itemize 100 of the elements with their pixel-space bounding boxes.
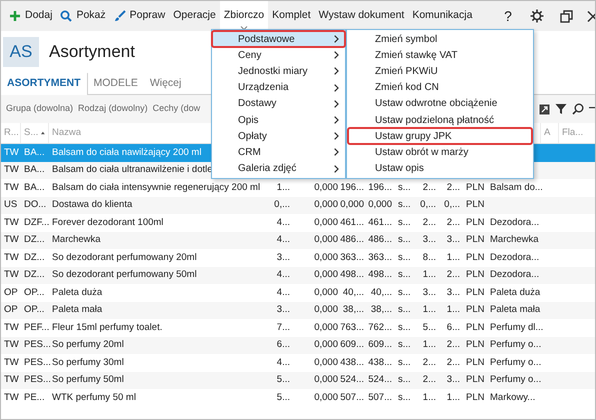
table-cell: 0,000 [368, 198, 392, 212]
table-row[interactable]: US DO... Dostawa do klienta 0,... 0,000 0,000 0,000 s... 0,... 0,... PLN [1, 196, 595, 214]
menu-item[interactable]: Podstawowe [212, 31, 345, 48]
toolbar-button[interactable]: Dodaj [5, 1, 56, 31]
table-cell: Marchewka [52, 233, 101, 248]
menu-item[interactable]: Zmień PKWiU [348, 63, 532, 80]
table-cell: BA... [24, 163, 45, 178]
toolbar-button[interactable]: Operacje [169, 1, 220, 31]
table-cell: 0,000 [314, 268, 338, 282]
menu-item[interactable]: Jednostki miary [212, 63, 345, 80]
table-cell: 1... [446, 250, 460, 265]
table-cell: PLN [466, 320, 484, 335]
table-cell: 38,... [370, 303, 392, 318]
filter-dropdown[interactable]: Rodzaj (dowolny) [78, 102, 148, 116]
table-cell: 1... [422, 268, 436, 282]
table-cell: 2... [446, 356, 460, 370]
help-button[interactable]: ? [494, 1, 522, 31]
menu-item[interactable]: Zmień kod CN [348, 80, 532, 96]
table-row[interactable]: TW PES...So perfumy 20ml 6... 0,000 609... 609... s... 1... 2... PLN Perfumy o... [1, 336, 595, 354]
filter-dropdown[interactable]: Grupa (dowolna) [6, 102, 74, 116]
table-cell: PLN [466, 338, 484, 352]
table-cell: DZF... [24, 216, 50, 230]
menu-item[interactable]: Ustaw odwrotne obciążenie [348, 96, 532, 112]
table-cell: So dezodorant perfumowany 50ml [52, 268, 197, 282]
table-cell: PLN [466, 198, 484, 212]
toolbar-button[interactable]: Pokaż [56, 1, 110, 31]
table-cell: US [4, 198, 18, 212]
table-cell: 0,... [274, 198, 290, 212]
table-cell: 4... [276, 233, 290, 248]
menu-item[interactable]: CRM [212, 144, 345, 160]
menu-item[interactable]: Ustaw grupy JPK [348, 128, 532, 144]
table-row[interactable]: OP OP... Paleta mała 3... 0,000 38,... 38,... s... 1... 1... PLN Paleta mała [1, 302, 595, 319]
table-cell: 6... [446, 320, 460, 335]
table-cell: PLN [466, 303, 484, 318]
table-row[interactable]: TW PES...So perfumy 50ml 5... 0,000 524... 524... s... 2... 3... PLN Perfumy o... [1, 372, 595, 389]
toolbar-button[interactable]: Komunikacja [408, 1, 476, 31]
table-cell: s... [398, 216, 411, 230]
table-cell: 3... [446, 286, 460, 300]
filter-dropdown[interactable]: Cechy (dow [152, 102, 200, 116]
table-cell: PLN [466, 250, 484, 265]
menu-item[interactable]: Ceny [212, 47, 345, 64]
menu-item[interactable]: Zmień stawkę VAT [348, 47, 532, 64]
table-cell: s... [398, 180, 411, 195]
tab[interactable]: ASORTYMENT [1, 73, 88, 95]
tab[interactable]: Więcej [144, 73, 188, 95]
tab[interactable]: MODELE [88, 73, 144, 95]
table-cell: 5... [276, 373, 290, 388]
search-icon[interactable] [572, 103, 584, 115]
toolbar-button[interactable]: Wystaw dokument [314, 1, 408, 31]
export-icon[interactable] [539, 104, 550, 114]
menu-item[interactable]: Opłaty [212, 128, 345, 144]
restore-window-icon[interactable] [560, 10, 573, 22]
table-cell: s... [398, 250, 411, 265]
table-cell: 4... [276, 216, 290, 230]
sort-ascending-icon [41, 131, 45, 135]
table-cell: OP [4, 303, 18, 318]
table-cell: s... [398, 268, 411, 282]
table-cell: OP... [24, 286, 44, 300]
table-cell: 763... [340, 320, 364, 335]
menu-item[interactable]: Opis [212, 112, 345, 128]
table-row[interactable]: TW DZ... Marchewka 4... 0,000 486... 486... s... 3... 3... PLN Marchewka [1, 232, 595, 249]
menu-item[interactable]: Galeria zdjęć [212, 160, 345, 177]
toolbar-button[interactable]: Zbiorczo [220, 1, 268, 31]
toolbar-button[interactable]: Komplet [268, 1, 315, 31]
menu-item[interactable]: Dostawy [212, 96, 345, 112]
menu-item[interactable]: Zmień symbol [348, 31, 532, 48]
table-cell: 0,000 [314, 390, 338, 405]
table-cell: PEF... [24, 320, 50, 335]
table-cell: TW [4, 373, 19, 388]
table-cell: Dezodora... [490, 216, 540, 230]
settings-icon[interactable] [530, 9, 544, 23]
menu-item[interactable]: Ustaw obrót w marży [348, 144, 532, 160]
filter-icon[interactable] [555, 103, 567, 115]
table-cell: TW [4, 216, 19, 230]
table-cell: s... [398, 373, 411, 388]
menu-item[interactable]: Ustaw podzieloną płatność [348, 112, 532, 128]
table-cell: So perfumy 20ml [52, 338, 124, 352]
table-cell: 2... [446, 268, 460, 282]
table-cell: PLN [466, 356, 484, 370]
table-cell: Perfumy o... [490, 356, 542, 370]
module-badge: AS [3, 37, 39, 67]
table-cell: 0,000 [314, 198, 338, 212]
table-cell: s... [398, 390, 411, 405]
table-cell: WTK perfumy 50 ml [52, 390, 136, 405]
table-cell: Perfumy o... [490, 373, 542, 388]
table-cell: s... [398, 198, 411, 212]
search-icon [60, 10, 72, 22]
table-cell: 4... [276, 286, 290, 300]
table-row[interactable]: TW DZ... So dezodorant perfumowany 50ml 4... 0,000 498... 498... s... 1... 2... PLN Dezodora... [1, 266, 595, 284]
table-cell: 196... [340, 180, 364, 195]
close-icon[interactable] [587, 10, 595, 22]
table-cell: 363... [340, 250, 364, 265]
menu-item[interactable]: Urządzenia [212, 80, 345, 96]
brush-icon [114, 10, 126, 22]
table-cell: 0,000 [314, 303, 338, 318]
toolbar-button[interactable]: Popraw [110, 1, 170, 31]
table-cell: 5... [276, 390, 290, 405]
menu-item[interactable]: Ustaw opis [348, 160, 532, 177]
table-cell: 0,000 [314, 320, 338, 335]
table-cell: BA... [24, 180, 45, 195]
